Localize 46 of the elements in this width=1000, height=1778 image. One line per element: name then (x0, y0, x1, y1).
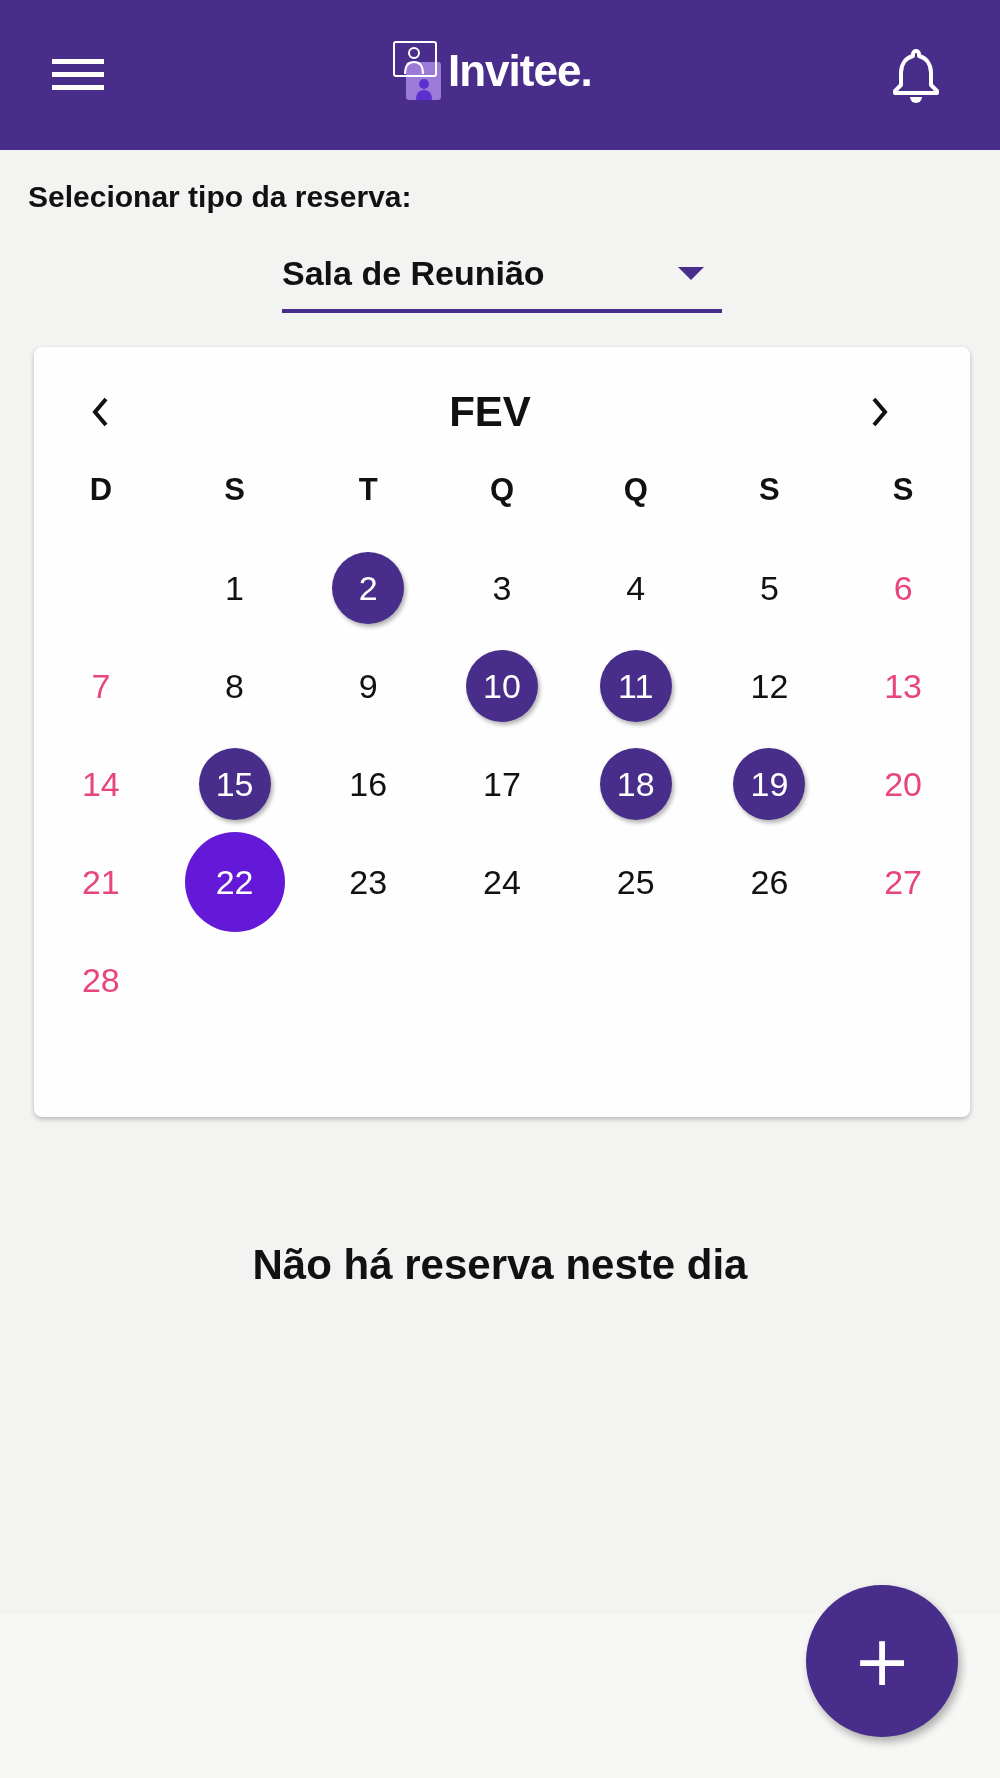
calendar-day[interactable]: 18 (599, 748, 672, 820)
dropdown-caret-icon (678, 267, 704, 280)
menu-icon[interactable] (52, 57, 104, 93)
calendar-day[interactable]: 24 (466, 846, 538, 918)
weekday-label: Q (623, 472, 648, 508)
calendar-day[interactable]: 10 (466, 650, 538, 722)
empty-message: Não há reserva neste dia (252, 1241, 748, 1289)
calendar-day[interactable]: 9 (332, 650, 405, 722)
previous-month-icon[interactable] (90, 396, 110, 428)
calendar-day[interactable]: 12 (733, 650, 806, 722)
notification-bell-icon[interactable] (892, 47, 940, 103)
calendar-day[interactable]: 19 (733, 748, 806, 820)
calendar-day[interactable]: 4 (599, 552, 672, 624)
reservation-type-dropdown[interactable]: Sala de Reunião (282, 254, 722, 313)
calendar-day[interactable]: 6 (867, 552, 940, 624)
calendar-day[interactable]: 22 (184, 832, 285, 932)
calendar-day[interactable]: 3 (466, 552, 538, 624)
calendar-day[interactable]: 8 (198, 650, 271, 722)
weekday-label: Q (489, 472, 515, 508)
calendar-day[interactable]: 17 (466, 748, 538, 820)
calendar-day[interactable]: 25 (599, 846, 672, 918)
weekday-label: T (358, 472, 378, 508)
month-title: FEV (449, 388, 531, 436)
calendar-day[interactable]: 5 (733, 552, 806, 624)
weekday-label: D (89, 472, 113, 508)
reservation-type-label: Selecionar tipo da reserva: (28, 180, 412, 214)
calendar-day[interactable]: 26 (733, 846, 806, 918)
calendar-day[interactable]: 23 (332, 846, 405, 918)
weekday-label: S (759, 472, 780, 508)
calendar-day[interactable]: 20 (867, 748, 940, 820)
calendar-day[interactable]: 11 (599, 650, 672, 722)
calendar-day[interactable]: 27 (867, 846, 940, 918)
calendar-day[interactable]: 14 (64, 748, 137, 820)
calendar-day[interactable]: 13 (867, 650, 940, 722)
calendar-day[interactable]: 21 (64, 846, 137, 918)
weekday-label: S (892, 472, 914, 508)
next-month-icon[interactable] (870, 396, 890, 428)
logo-icon (392, 40, 442, 102)
calendar-day[interactable]: 7 (64, 650, 137, 722)
calendar-day[interactable]: 28 (64, 944, 137, 1016)
brand-name: Invitee. (448, 46, 592, 96)
calendar-day[interactable]: 1 (198, 552, 271, 624)
calendar-day[interactable]: 2 (332, 552, 405, 624)
weekday-label: S (224, 472, 245, 508)
calendar-day[interactable]: 15 (198, 748, 271, 820)
calendar-day[interactable]: 16 (332, 748, 405, 820)
